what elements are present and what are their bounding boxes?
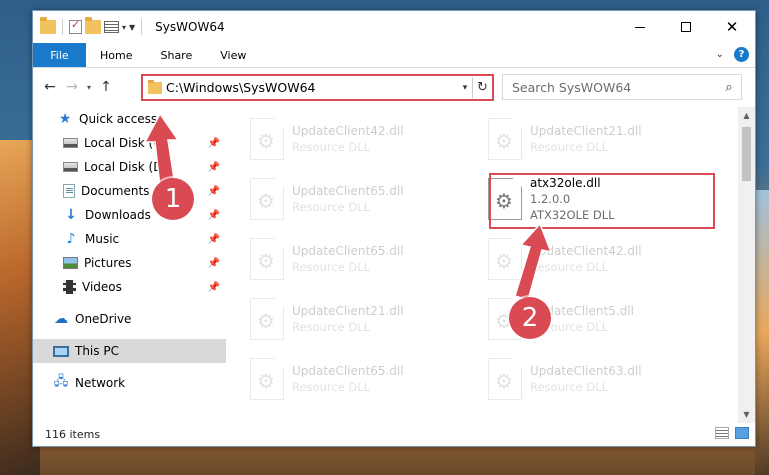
step-badge-2: 2 [509,297,551,339]
arrow-2-icon [514,222,553,301]
annotation-arrows [143,112,553,301]
step-badge-1: 1 [152,178,194,220]
arrow-1-icon [143,112,180,188]
